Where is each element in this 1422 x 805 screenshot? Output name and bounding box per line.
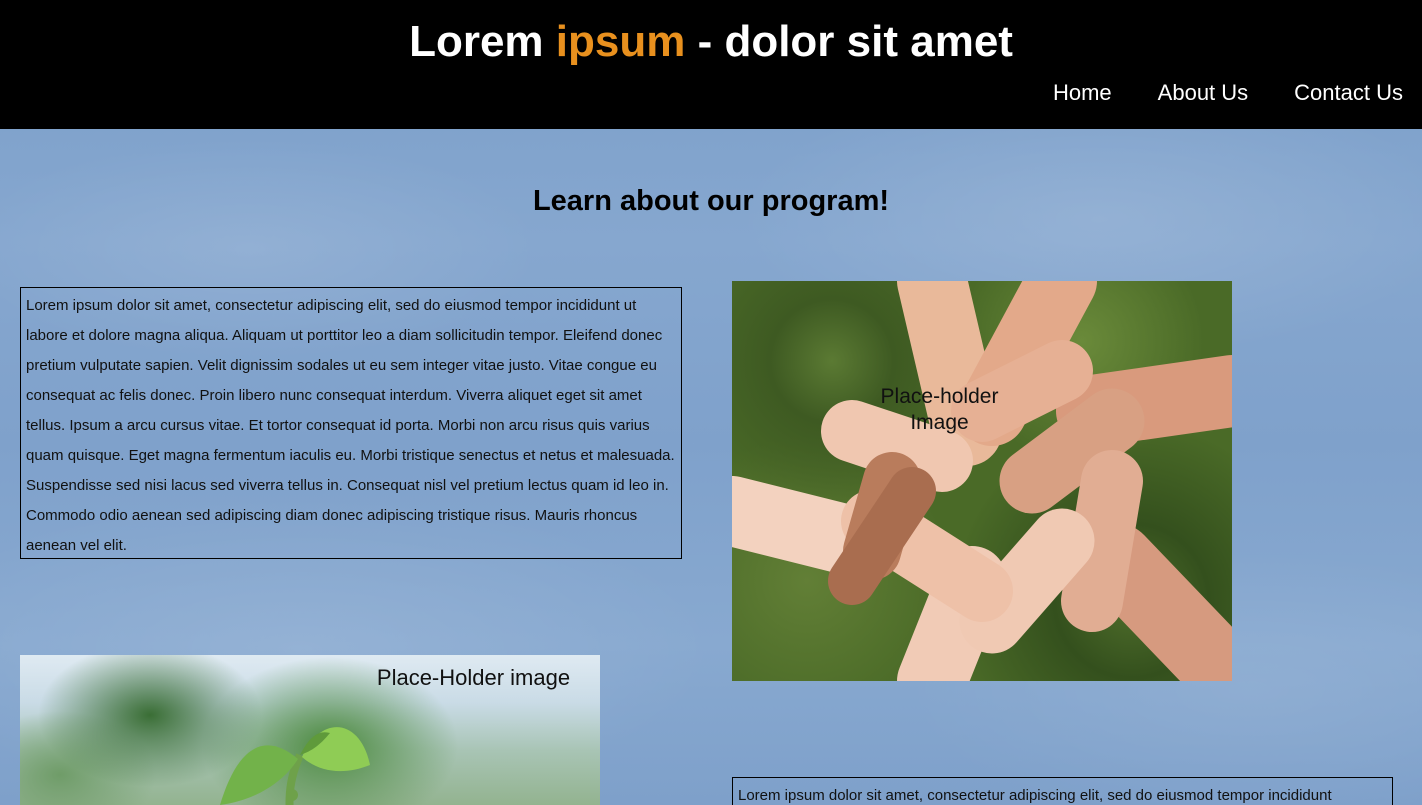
hands-illustration <box>732 281 1232 681</box>
nav-link-about-us[interactable]: About Us <box>1158 78 1249 108</box>
hands-image-label-line-1: Place-holder <box>880 385 999 408</box>
program-text-block-1: Lorem ipsum dolor sit amet, consectetur … <box>20 287 682 559</box>
site-title-part-1: Lorem <box>409 17 556 66</box>
nav-link-contact-us[interactable]: Contact Us <box>1294 78 1403 108</box>
site-title-part-2: - dolor sit amet <box>685 17 1013 66</box>
hands-image-label-line-2: Image <box>910 411 969 434</box>
site-header: Lorem ipsum - dolor sit amet Home About … <box>0 0 1422 129</box>
hands-image-label: Place-holder Image <box>872 384 1007 436</box>
site-title-accent: ipsum <box>555 17 686 66</box>
plant-placeholder-image: Place-Holder image <box>20 655 600 805</box>
nav-link-home[interactable]: Home <box>1053 78 1112 108</box>
program-text-1: Lorem ipsum dolor sit amet, consectetur … <box>26 297 675 554</box>
plant-image-label: Place-Holder image <box>376 665 571 690</box>
section-heading: Learn about our program! <box>532 185 890 217</box>
site-title: Lorem ipsum - dolor sit amet <box>0 14 1422 70</box>
hands-placeholder-image: Place-holder Image <box>732 281 1232 681</box>
program-text-block-2: Lorem ipsum dolor sit amet, consectetur … <box>732 777 1393 805</box>
program-text-2: Lorem ipsum dolor sit amet, consectetur … <box>738 787 1332 804</box>
main-nav: Home About Us Contact Us <box>1053 78 1403 108</box>
